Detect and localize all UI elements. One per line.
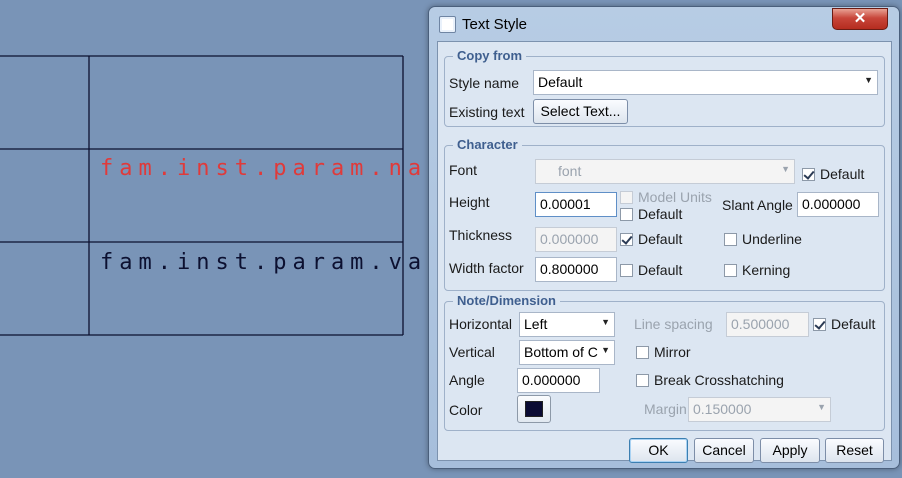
model-units-checkbox[interactable]: Model Units xyxy=(620,189,712,205)
dialog-titlebar[interactable]: Text Style ✕ xyxy=(429,7,899,41)
kerning-label: Kerning xyxy=(742,262,791,278)
chevron-down-icon: ▼ xyxy=(601,345,610,355)
chevron-down-icon: ▼ xyxy=(781,164,790,174)
height-default-label: Default xyxy=(638,206,683,222)
kerning-checkbox[interactable]: Kerning xyxy=(724,262,790,278)
width-default-label: Default xyxy=(638,262,683,278)
line-spacing-label: Line spacing xyxy=(634,316,713,332)
checkbox-checked-icon xyxy=(802,168,815,181)
cancel-button[interactable]: Cancel xyxy=(694,438,754,463)
style-name-dropdown[interactable]: Default ▼ xyxy=(533,70,878,95)
mirror-label: Mirror xyxy=(654,344,691,360)
table-grid xyxy=(0,55,404,336)
break-crosshatching-label: Break Crosshatching xyxy=(654,372,784,388)
slant-angle-label: Slant Angle xyxy=(722,197,793,213)
color-picker-button[interactable] xyxy=(517,395,551,423)
horizontal-value: Left xyxy=(524,316,548,332)
style-name-label: Style name xyxy=(449,75,520,91)
checkbox-icon xyxy=(724,233,737,246)
thickness-input[interactable]: 0.000000 xyxy=(535,227,617,252)
thickness-default-label: Default xyxy=(638,231,683,247)
checkbox-icon xyxy=(620,264,633,277)
reset-button[interactable]: Reset xyxy=(825,438,884,463)
close-button[interactable]: ✕ xyxy=(832,8,888,30)
checkbox-icon xyxy=(636,346,649,359)
apply-button[interactable]: Apply xyxy=(760,438,820,463)
horizontal-dropdown[interactable]: Left ▼ xyxy=(519,312,615,337)
existing-text-label: Existing text xyxy=(449,104,525,120)
checkbox-checked-icon xyxy=(813,318,826,331)
model-units-label: Model Units xyxy=(638,189,712,205)
width-factor-input[interactable]: 0.800000 xyxy=(535,257,617,282)
angle-input[interactable]: 0.000000 xyxy=(517,368,600,393)
break-crosshatching-checkbox[interactable]: Break Crosshatching xyxy=(636,372,784,388)
checkbox-icon xyxy=(620,208,633,221)
drawing-canvas[interactable]: fam.inst.param.name fam.inst.param.value xyxy=(0,0,479,478)
height-label: Height xyxy=(449,194,490,210)
mirror-checkbox[interactable]: Mirror xyxy=(636,344,691,360)
thickness-label: Thickness xyxy=(449,227,513,243)
vertical-label: Vertical xyxy=(449,344,495,360)
select-text-button[interactable]: Select Text... xyxy=(533,99,628,124)
angle-label: Angle xyxy=(449,372,485,388)
margin-value: 0.150000 xyxy=(693,401,752,417)
chevron-down-icon: ▼ xyxy=(817,402,826,412)
horizontal-label: Horizontal xyxy=(449,316,513,332)
font-label: Font xyxy=(449,162,478,178)
vertical-dropdown[interactable]: Bottom of C ▼ xyxy=(519,340,615,365)
color-swatch xyxy=(525,401,543,417)
chevron-down-icon: ▼ xyxy=(864,75,873,85)
vertical-value: Bottom of C xyxy=(524,344,598,360)
font-value: font xyxy=(558,163,582,179)
slant-angle-input[interactable]: 0.000000 xyxy=(797,192,879,217)
line-spacing-default-checkbox[interactable]: Default xyxy=(813,316,875,332)
dialog-body: Copy from Style name Default ▼ Existing … xyxy=(437,41,892,463)
line-spacing-default-label: Default xyxy=(831,316,876,332)
underline-checkbox[interactable]: Underline xyxy=(724,231,802,247)
chevron-down-icon: ▼ xyxy=(601,317,610,327)
width-factor-label: Width factor xyxy=(449,260,524,276)
font-dropdown[interactable]: font ▼ xyxy=(535,159,795,184)
text-style-dialog: Text Style ✕ Copy from Style name Defaul… xyxy=(428,6,900,469)
copy-from-legend: Copy from xyxy=(453,48,526,63)
color-label: Color xyxy=(449,402,483,418)
margin-label: Margin xyxy=(644,401,687,417)
ok-button[interactable]: OK xyxy=(629,438,688,463)
character-legend: Character xyxy=(453,137,522,152)
height-input[interactable]: 0.00001 xyxy=(535,192,617,217)
checkbox-icon xyxy=(724,264,737,277)
underline-label: Underline xyxy=(742,231,802,247)
width-default-checkbox[interactable]: Default xyxy=(620,262,682,278)
checkbox-checked-icon xyxy=(620,233,633,246)
checkbox-icon xyxy=(636,374,649,387)
margin-input[interactable]: 0.150000 ▼ xyxy=(688,397,831,422)
window-icon xyxy=(439,16,456,33)
checkbox-icon xyxy=(620,191,633,204)
dialog-title: Text Style xyxy=(462,16,528,33)
note-dimension-legend: Note/Dimension xyxy=(453,293,560,308)
line-spacing-input[interactable]: 0.500000 xyxy=(726,312,809,337)
thickness-default-checkbox[interactable]: Default xyxy=(620,231,682,247)
font-default-label: Default xyxy=(820,166,865,182)
param-name-text[interactable]: fam.inst.param.name xyxy=(100,156,466,181)
close-icon: ✕ xyxy=(853,10,867,27)
style-name-value: Default xyxy=(538,74,583,90)
font-default-checkbox[interactable]: Default xyxy=(802,166,864,182)
height-default-checkbox[interactable]: Default xyxy=(620,206,682,222)
